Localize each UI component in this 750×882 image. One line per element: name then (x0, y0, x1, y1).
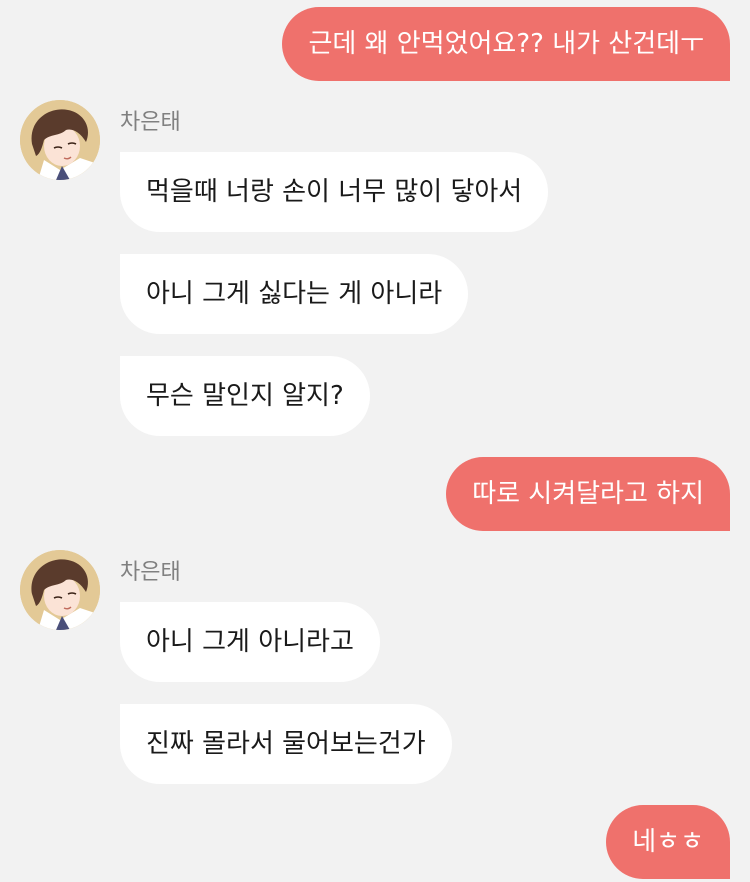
boy-portrait-avatar-icon (20, 550, 100, 630)
sender-name: 차은태 (120, 110, 181, 135)
avatar[interactable] (20, 100, 100, 180)
incoming-message-bubble[interactable]: 진짜 몰라서 물어보는건가 (120, 704, 452, 784)
outgoing-message-bubble[interactable]: 근데 왜 안먹었어요?? 내가 산건데ㅜ (282, 7, 730, 81)
message-text: 네ㅎㅎ (632, 827, 704, 857)
sender-name: 차은태 (120, 560, 181, 585)
message-text: 아니 그게 싫다는 게 아니라 (146, 279, 443, 309)
incoming-message-bubble[interactable]: 무슨 말인지 알지? (120, 356, 370, 436)
message-text: 무슨 말인지 알지? (146, 381, 344, 411)
incoming-message-bubble[interactable]: 먹을때 너랑 손이 너무 많이 닿아서 (120, 152, 549, 232)
outgoing-message-bubble[interactable]: 따로 시켜달라고 하지 (446, 457, 730, 531)
avatar[interactable] (20, 550, 100, 630)
incoming-message-bubble[interactable]: 아니 그게 싫다는 게 아니라 (120, 254, 469, 334)
boy-portrait-avatar-icon (20, 100, 100, 180)
outgoing-message-bubble[interactable]: 네ㅎㅎ (606, 805, 730, 879)
incoming-message-bubble[interactable]: 아니 그게 아니라고 (120, 602, 380, 682)
message-text: 근데 왜 안먹었어요?? 내가 산건데ㅜ (308, 29, 704, 59)
message-text: 아니 그게 아니라고 (146, 627, 354, 657)
message-text: 진짜 몰라서 물어보는건가 (146, 729, 426, 759)
message-text: 따로 시켜달라고 하지 (472, 479, 704, 509)
message-text: 먹을때 너랑 손이 너무 많이 닿아서 (146, 177, 523, 207)
